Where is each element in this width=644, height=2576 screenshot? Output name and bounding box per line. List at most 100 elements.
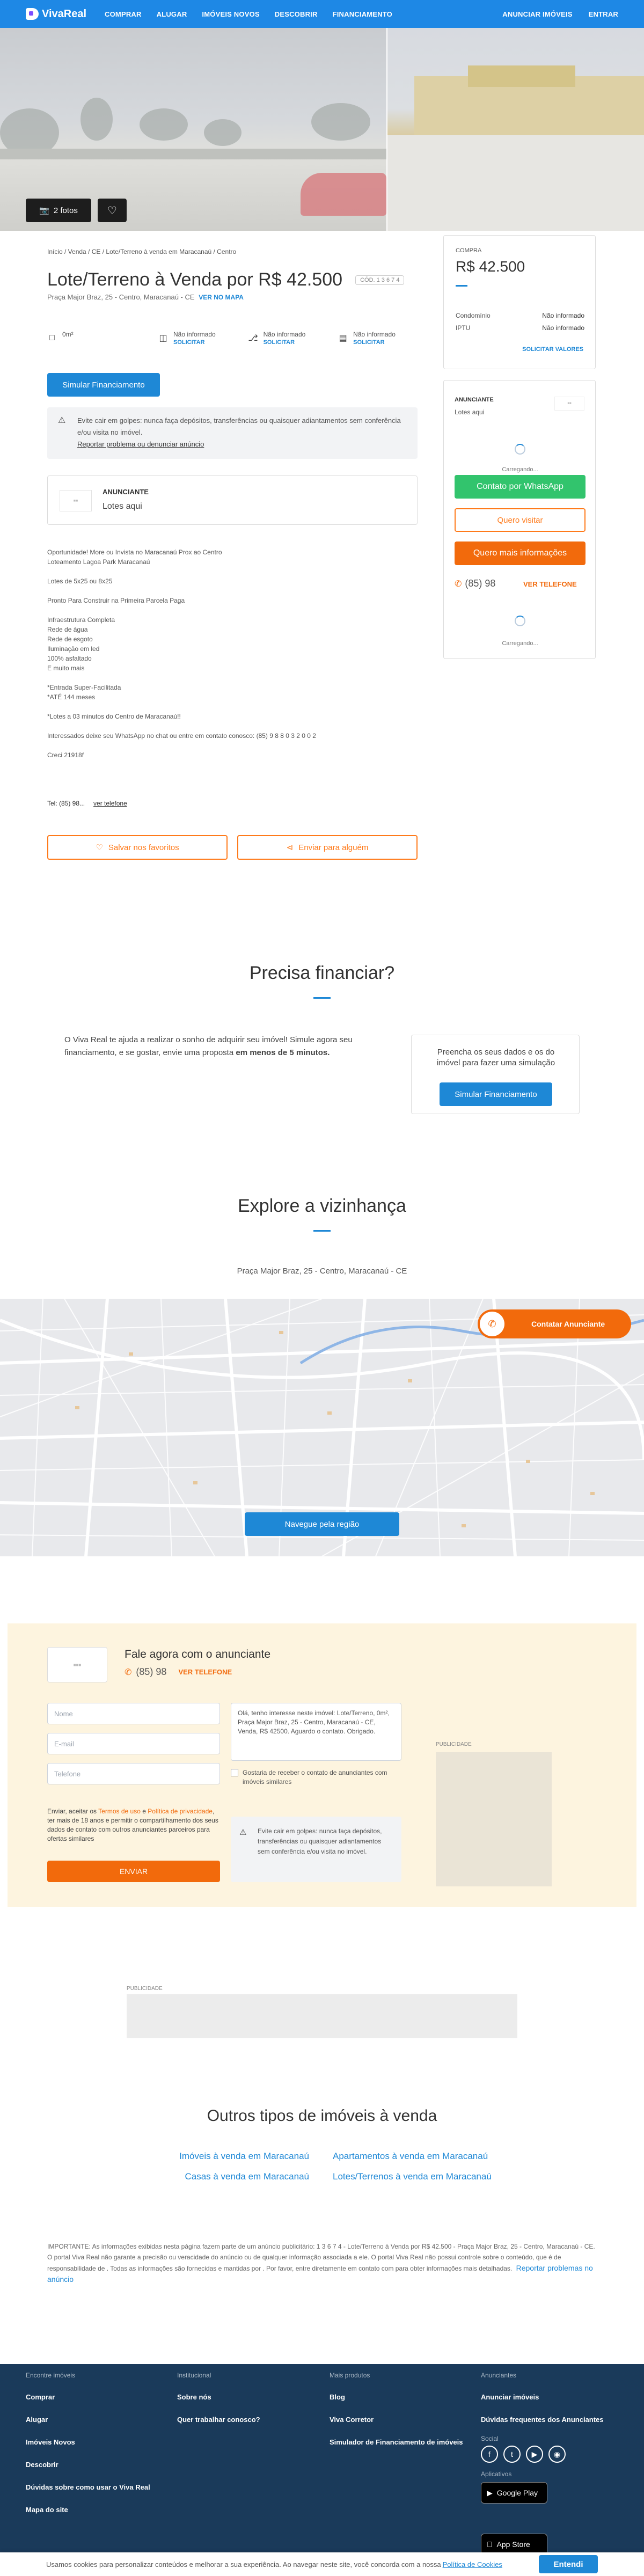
footer-col-4-title: Anunciantes bbox=[481, 2372, 517, 2379]
whatsapp-button[interactable]: Contato por WhatsApp bbox=[455, 475, 586, 499]
features-row: □ 0m² ◫ Não informado SOLICITAR ⎇ Não inf… bbox=[47, 331, 418, 346]
phone-input[interactable]: Telefone bbox=[47, 1763, 220, 1784]
warning-icon: ⚠ bbox=[58, 416, 66, 425]
instagram-icon[interactable]: ◉ bbox=[548, 2446, 566, 2463]
footer-link-duvidas-anunciantes[interactable]: Dúvidas frequentes dos Anunciantes bbox=[481, 2416, 604, 2424]
feature-bedrooms: ◫ Não informado SOLICITAR bbox=[159, 331, 216, 346]
terms-link[interactable]: Termos de uso bbox=[98, 1807, 141, 1815]
sidebar-advertiser-logo: ■■ bbox=[554, 397, 584, 411]
cookie-policy-link[interactable]: Política de Cookies bbox=[443, 2560, 502, 2568]
footer: Encontre imóveis Comprar Alugar Imóveis … bbox=[0, 2364, 644, 2576]
footer-link-anunciar[interactable]: Anunciar imóveis bbox=[481, 2393, 539, 2401]
navigate-region-button[interactable]: Navegue pela região bbox=[245, 1512, 399, 1536]
footer-link-trabalhe[interactable]: Quer trabalhar conosco? bbox=[177, 2416, 260, 2424]
price-accent-bar bbox=[456, 285, 467, 287]
footer-link-simulador[interactable]: Simulador de Financiamento de imóveis bbox=[330, 2438, 463, 2446]
request-values-link[interactable]: SOLICITAR VALORES bbox=[522, 346, 583, 353]
neighborhood-map[interactable]: ✆ Contatar Anunciante Navegue pela regiã… bbox=[0, 1299, 644, 1556]
nav-descobrir[interactable]: DESCOBRIR bbox=[275, 10, 318, 18]
apple-icon:  bbox=[487, 2540, 493, 2549]
link-lotes-venda[interactable]: Lotes/Terrenos à venda em Maracanaú bbox=[333, 2171, 492, 2182]
link-casas-venda[interactable]: Casas à venda em Maracanaú bbox=[185, 2171, 309, 2182]
cookie-banner: Usamos cookies para personalizar conteúd… bbox=[0, 2552, 644, 2576]
footer-link-sobre[interactable]: Sobre nós bbox=[177, 2393, 211, 2401]
footer-link-viva-corretor[interactable]: Viva Corretor bbox=[330, 2416, 374, 2424]
nav-alugar[interactable]: ALUGAR bbox=[157, 10, 187, 18]
loading-text: Carregando... bbox=[502, 466, 538, 473]
disclaimer-text: IMPORTANTE: As informações exibidas nest… bbox=[47, 2243, 595, 2272]
photos-count: 2 fotos bbox=[53, 206, 78, 215]
request-bedrooms-link[interactable]: SOLICITAR bbox=[173, 339, 204, 346]
simulate-financing-button[interactable]: Simular Financiamento bbox=[47, 373, 160, 397]
sidebar-price: R$ 42.500 bbox=[456, 258, 525, 275]
neighborhood-title: Explore a vizinhança bbox=[238, 1196, 406, 1216]
google-play-icon: ▶ bbox=[487, 2488, 493, 2497]
footer-link-alugar[interactable]: Alugar bbox=[26, 2416, 48, 2424]
youtube-icon[interactable]: ▶ bbox=[526, 2446, 543, 2463]
financing-box: Preencha os seus dados e os do imóvel pa… bbox=[411, 1035, 580, 1114]
footer-link-blog[interactable]: Blog bbox=[330, 2393, 345, 2401]
iptu-label: IPTU bbox=[456, 324, 471, 332]
loading-spinner-2 bbox=[515, 616, 525, 626]
similar-offers-checkbox[interactable] bbox=[231, 1769, 238, 1776]
contact-advertiser-map-button[interactable]: ✆ Contatar Anunciante bbox=[478, 1309, 631, 1338]
more-info-button[interactable]: Quero mais informações bbox=[455, 541, 586, 565]
phone-icon: ✆ bbox=[455, 579, 462, 589]
nav-imoveis-novos[interactable]: IMÓVEIS NOVOS bbox=[202, 10, 259, 18]
financing-box-text: Preencha os seus dados e os do imóvel pa… bbox=[436, 1048, 555, 1067]
request-bathrooms-link[interactable]: SOLICITAR bbox=[264, 339, 295, 346]
link-apartamentos-venda[interactable]: Apartamentos à venda em Maracanaú bbox=[333, 2151, 488, 2162]
name-input[interactable]: Nome bbox=[47, 1703, 220, 1724]
footer-link-mapa-site[interactable]: Mapa do site bbox=[26, 2506, 68, 2514]
sidebar-phone: (85) 98 bbox=[465, 578, 496, 589]
terms-text: Enviar, aceitar os Termos de uso e Polít… bbox=[47, 1807, 218, 1842]
nav-anunciar[interactable]: ANUNCIAR IMÓVEIS bbox=[502, 10, 572, 18]
contact-see-phone[interactable]: VER TELEFONE bbox=[178, 1668, 232, 1676]
footer-link-comprar[interactable]: Comprar bbox=[26, 2393, 55, 2401]
financing-text: O Viva Real te ajuda a realizar o sonho … bbox=[64, 1035, 353, 1057]
see-phone-link[interactable]: ver telefone bbox=[93, 800, 127, 807]
app-store-badge[interactable]:  App Store bbox=[481, 2534, 547, 2555]
privacy-link[interactable]: Política de privacidade bbox=[148, 1807, 213, 1815]
photo-2[interactable] bbox=[387, 28, 644, 231]
report-problem-link[interactable]: Reportar problema ou denunciar anúncio bbox=[77, 440, 204, 448]
footer-link-duvidas[interactable]: Dúvidas sobre como usar o Viva Real bbox=[26, 2483, 150, 2491]
message-textarea[interactable]: Olá, tenho interesse neste imóvel: Lote/… bbox=[231, 1703, 401, 1761]
nav-financiamento[interactable]: FINANCIAMENTO bbox=[333, 10, 392, 18]
send-button[interactable]: ENVIAR bbox=[47, 1861, 220, 1882]
see-map-link[interactable]: VER NO MAPA bbox=[199, 294, 244, 301]
sidebar-see-phone[interactable]: VER TELEFONE bbox=[523, 580, 577, 588]
breadcrumb[interactable]: Início / Venda / CE / Lote/Terreno à ven… bbox=[47, 248, 236, 255]
footer-link-descobrir[interactable]: Descobrir bbox=[26, 2461, 58, 2469]
bed-icon: ◫ bbox=[159, 334, 167, 343]
social-label: Social bbox=[481, 2435, 499, 2442]
vivareal-logo[interactable]: VivaReal bbox=[26, 8, 86, 20]
advertiser-card[interactable]: ■■ ANUNCIANTE Lotes aqui bbox=[47, 475, 418, 525]
link-imoveis-venda[interactable]: Imóveis à venda em Maracanaú bbox=[179, 2151, 309, 2162]
photo-gallery[interactable]: 📷 2 fotos ♡ bbox=[0, 28, 644, 231]
financing-simulate-button[interactable]: Simular Financiamento bbox=[440, 1082, 552, 1106]
save-favorites-button[interactable]: ♡ Salvar nos favoritos bbox=[47, 835, 228, 860]
contact-title: Fale agora com o anunciante bbox=[125, 1648, 271, 1660]
heart-icon: ♡ bbox=[107, 204, 117, 217]
email-input[interactable]: E-mail bbox=[47, 1733, 220, 1754]
sidebar-advertiser-label: ANUNCIANTE bbox=[455, 397, 494, 403]
google-play-badge[interactable]: ▶ Google Play bbox=[481, 2482, 547, 2504]
footer-link-imoveis-novos[interactable]: Imóveis Novos bbox=[26, 2438, 75, 2446]
visit-button[interactable]: Quero visitar bbox=[455, 508, 586, 532]
cookie-accept-button[interactable]: Entendi bbox=[539, 2555, 598, 2573]
request-parking-link[interactable]: SOLICITAR bbox=[353, 339, 384, 346]
photos-button[interactable]: 📷 2 fotos bbox=[26, 199, 91, 222]
nav-comprar[interactable]: COMPRAR bbox=[105, 10, 142, 18]
listing-code: CÓD. 1 3 6 7 4 bbox=[355, 275, 405, 285]
nav-entrar[interactable]: ENTRAR bbox=[589, 10, 618, 18]
contact-scam-warning: ⚠ Evite cair em golpes: nunca faça depós… bbox=[231, 1817, 401, 1882]
similar-offers-label: Gostaria de receber o contato de anuncia… bbox=[243, 1769, 387, 1785]
share-button[interactable]: ⊲ Enviar para alguém bbox=[237, 835, 418, 860]
twitter-icon[interactable]: t bbox=[503, 2446, 521, 2463]
iptu-value: Não informado bbox=[542, 324, 584, 332]
listing-description: Oportunidade! More ou Invista no Maracan… bbox=[47, 548, 316, 759]
favorite-heart-button[interactable]: ♡ bbox=[98, 199, 127, 222]
facebook-icon[interactable]: f bbox=[481, 2446, 498, 2463]
listing-address: Praça Major Braz, 25 - Centro, Maracanaú… bbox=[47, 293, 195, 301]
